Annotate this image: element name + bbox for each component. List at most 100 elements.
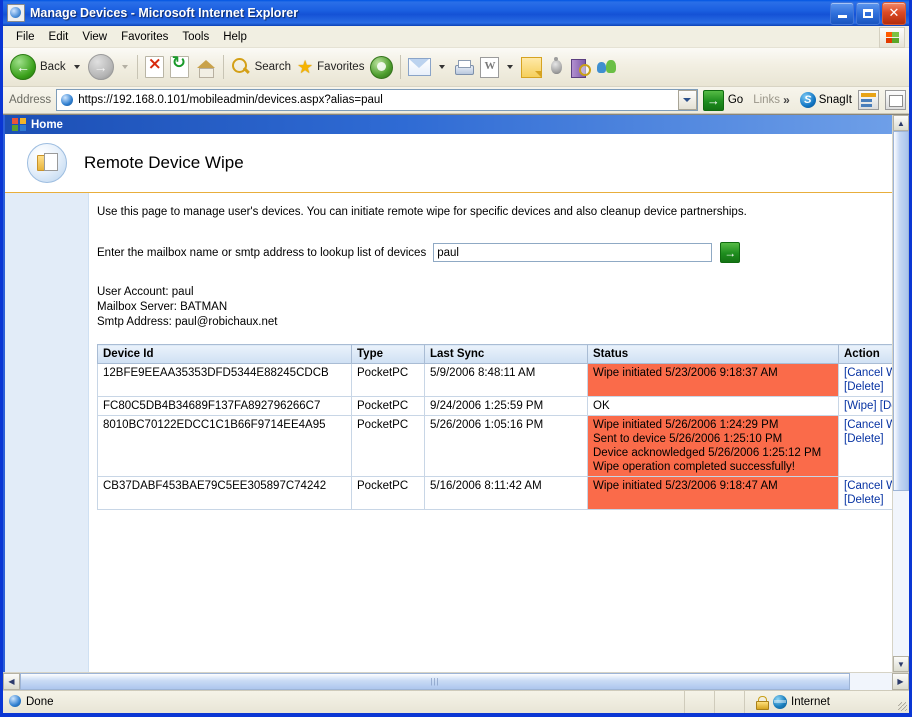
windows-flag-icon: [885, 32, 899, 43]
snagit-label: SnagIt: [818, 94, 852, 106]
scroll-right-button[interactable]: ▶: [892, 673, 909, 690]
research-button[interactable]: [567, 50, 593, 84]
devices-table-body: 12BFE9EEAA35353DFD5344E88245CDCB PocketPC…: [97, 363, 892, 510]
mail-icon: [408, 58, 432, 76]
scroll-down-button[interactable]: ▼: [893, 656, 909, 672]
minimize-button[interactable]: [830, 1, 854, 25]
resize-grip[interactable]: [895, 691, 909, 713]
breadcrumb-home-link[interactable]: Home: [31, 119, 63, 131]
status-message-pane: Done: [3, 691, 685, 713]
table-row: 8010BC70122EDCC1C1B66F9714EE4A95 PocketPC…: [97, 415, 892, 477]
chevron-down-icon: [683, 98, 692, 102]
cell-device-id: 8010BC70122EDCC1C1B66F9714EE4A95: [97, 415, 352, 477]
action-link[interactable]: [Wipe]: [844, 400, 877, 412]
search-icon: [231, 57, 251, 77]
notes-button[interactable]: [518, 50, 545, 84]
navigation-toolbar: ← Back → Search ★ Favorites: [3, 48, 909, 87]
menu-edit[interactable]: Edit: [42, 29, 76, 45]
column-header-type[interactable]: Type: [351, 344, 425, 364]
go-label: Go: [727, 94, 744, 106]
search-button[interactable]: Search: [228, 50, 294, 84]
print-button[interactable]: [450, 50, 477, 84]
back-button[interactable]: ← Back: [7, 50, 69, 84]
address-input[interactable]: https://192.168.0.101/mobileadmin/device…: [56, 89, 698, 111]
column-header-last-sync[interactable]: Last Sync: [424, 344, 588, 364]
table-row: 12BFE9EEAA35353DFD5344E88245CDCB PocketPC…: [97, 363, 892, 397]
menu-file[interactable]: File: [9, 29, 42, 45]
favorites-label: Favorites: [317, 61, 365, 73]
viewport-inner: Home Remote Device Wipe Use this page to…: [3, 115, 909, 672]
snagit-capture-icon[interactable]: [885, 90, 906, 110]
refresh-icon: [169, 53, 189, 78]
cell-last-sync: 5/16/2006 8:11:42 AM: [424, 476, 588, 510]
web-page: Home Remote Device Wipe Use this page to…: [3, 115, 892, 672]
column-header-action[interactable]: Action: [838, 344, 892, 364]
page-vertical-scrollbar[interactable]: ▲ ▼: [892, 115, 909, 672]
hscroll-track[interactable]: |||: [20, 673, 892, 690]
device-wipe-icon: [27, 143, 67, 183]
hscroll-thumb[interactable]: |||: [20, 673, 850, 690]
windows-squares-icon: [12, 118, 26, 131]
minimize-icon: [837, 14, 847, 18]
action-link[interactable]: [Cancel Wipe]: [844, 367, 892, 379]
windows-logo-button[interactable]: [879, 27, 905, 48]
snagit-icon: S: [799, 92, 816, 108]
refresh-button[interactable]: [167, 50, 192, 84]
home-button[interactable]: [192, 50, 219, 84]
status-line: Device acknowledged 5/26/2006 1:25:12 PM: [593, 447, 822, 459]
scroll-up-button[interactable]: ▲: [893, 115, 909, 131]
column-header-status[interactable]: Status: [587, 344, 839, 364]
action-link[interactable]: [Cancel Wipe]: [844, 419, 892, 431]
page-main: Use this page to manage user's devices. …: [89, 193, 892, 672]
media-button[interactable]: [367, 50, 396, 84]
lookup-submit-button[interactable]: →: [720, 242, 741, 263]
back-arrow-icon: ←: [10, 54, 36, 80]
favorites-button[interactable]: ★ Favorites: [294, 50, 367, 84]
mailbox-lookup-input[interactable]: [433, 243, 713, 262]
mail-button[interactable]: [405, 50, 434, 84]
back-label: Back: [40, 61, 66, 73]
links-label[interactable]: Links: [753, 94, 780, 106]
action-link[interactable]: [Delete]: [844, 494, 884, 506]
printer-icon: [453, 59, 475, 76]
cell-status: Wipe initiated 5/26/2006 1:24:29 PM Sent …: [587, 415, 839, 477]
edit-word-button[interactable]: [477, 50, 502, 84]
smtp-address-line: Smtp Address: paul@robichaux.net: [97, 316, 278, 328]
page-horizontal-scrollbar[interactable]: ◀ ||| ▶: [3, 672, 909, 690]
scroll-left-button[interactable]: ◀: [3, 673, 20, 690]
action-link[interactable]: [Delete]: [844, 433, 884, 445]
back-dropdown-icon[interactable]: [73, 65, 80, 69]
security-zone-label: Internet: [791, 696, 830, 708]
menu-help[interactable]: Help: [216, 29, 254, 45]
lookup-label: Enter the mailbox name or smtp address t…: [97, 246, 427, 259]
action-link[interactable]: [Delete]: [880, 400, 892, 412]
address-dropdown-button[interactable]: [677, 90, 697, 110]
close-button[interactable]: ✕: [882, 1, 906, 25]
stop-button[interactable]: [142, 50, 167, 84]
go-button[interactable]: → Go: [702, 89, 744, 111]
edit-dropdown-icon[interactable]: [507, 65, 514, 69]
action-link[interactable]: [Delete]: [844, 381, 884, 393]
discuss-button[interactable]: [593, 50, 621, 84]
forward-button[interactable]: →: [85, 50, 117, 84]
snagit-button[interactable]: S SnagIt: [799, 92, 852, 108]
intro-text: Use this page to manage user's devices. …: [97, 206, 747, 218]
messenger-button[interactable]: [545, 50, 567, 84]
table-row: FC80C5DB4B34689F137FA892796266C7 PocketPC…: [97, 396, 892, 416]
maximize-button[interactable]: [856, 1, 880, 25]
menu-favorites[interactable]: Favorites: [114, 29, 175, 45]
snagit-toolbar-icon[interactable]: [858, 90, 879, 110]
window-title: Manage Devices - Microsoft Internet Expl…: [30, 6, 299, 20]
browser-window: Manage Devices - Microsoft Internet Expl…: [0, 0, 912, 717]
mail-dropdown-icon[interactable]: [439, 65, 446, 69]
column-header-device-id[interactable]: Device Id: [97, 344, 352, 364]
menu-view[interactable]: View: [75, 29, 114, 45]
links-overflow-icon[interactable]: »: [783, 93, 790, 107]
home-icon: [195, 57, 216, 78]
action-link[interactable]: [Cancel Wipe]: [844, 480, 892, 492]
menu-tools[interactable]: Tools: [175, 29, 216, 45]
cell-device-id: CB37DABF453BAE79C5EE305897C74242: [97, 476, 352, 510]
vscroll-thumb[interactable]: [893, 131, 909, 491]
forward-dropdown-icon[interactable]: [121, 65, 128, 69]
vscroll-track[interactable]: [893, 131, 909, 656]
